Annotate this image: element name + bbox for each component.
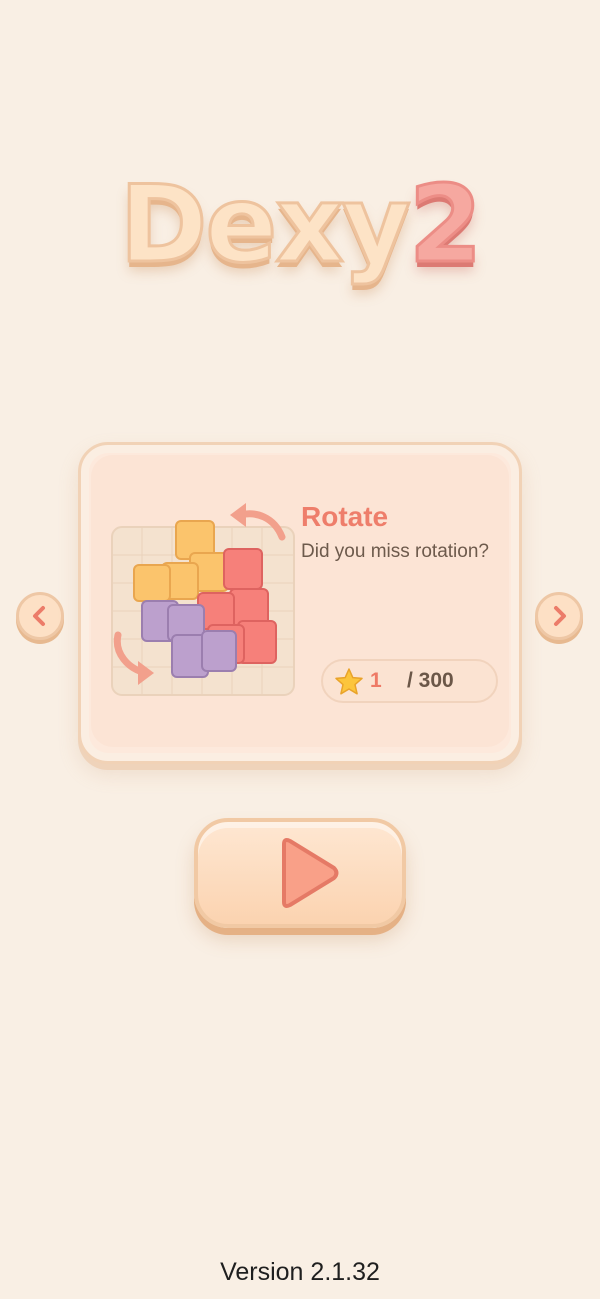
mode-title: Rotate [301, 501, 389, 532]
logo-number: 2 [407, 162, 484, 288]
level-progress-pill: 1 / 300 [321, 659, 498, 703]
chevron-right-icon [554, 606, 566, 626]
progress-total: / 300 [407, 669, 454, 692]
rotating-blocks-illustration [111, 503, 295, 696]
version-label: Version 2.1.32 [220, 1258, 380, 1286]
next-mode-button[interactable] [535, 592, 583, 640]
previous-mode-button[interactable] [16, 592, 64, 640]
play-button[interactable] [194, 818, 406, 928]
chevron-left-icon [33, 606, 45, 626]
logo-title: Dexy [118, 162, 412, 288]
play-icon [282, 838, 339, 908]
game-mode-card[interactable]: Rotate Did you miss rotation? 1 / 300 [78, 442, 522, 764]
game-logo: Dexy2 [0, 160, 600, 290]
progress-current: 1 [370, 669, 382, 692]
mode-description: Did you miss rotation? [301, 541, 489, 562]
star-icon [335, 668, 363, 695]
